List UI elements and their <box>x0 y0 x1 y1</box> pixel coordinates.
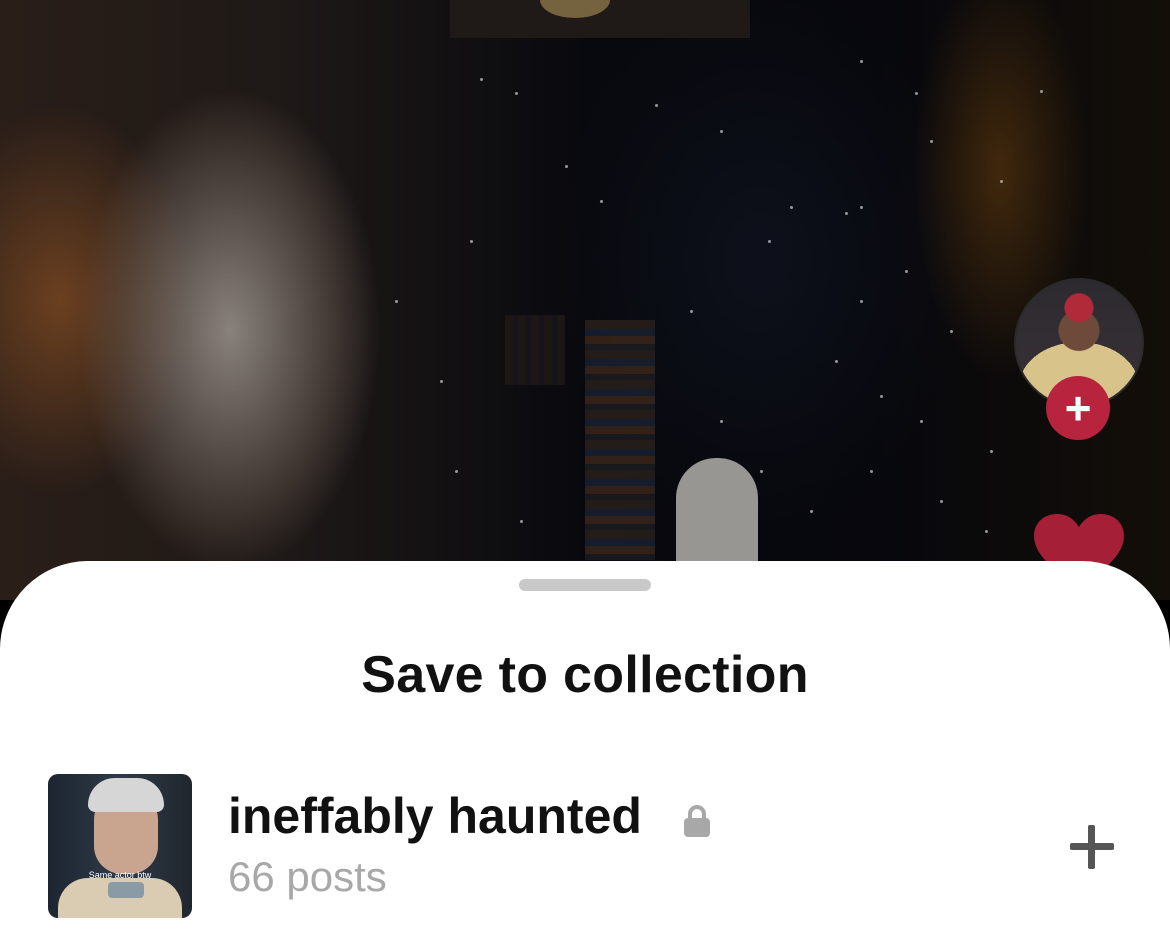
collection-item[interactable]: Same actor btw ineffably haunted 66 post… <box>0 773 1170 923</box>
sheet-drag-handle[interactable] <box>519 579 651 591</box>
collection-post-count: 66 posts <box>228 853 387 900</box>
add-to-collection-button[interactable] <box>1066 821 1118 873</box>
follow-button[interactable]: + <box>1046 376 1110 440</box>
thumbnail-hair <box>88 778 164 812</box>
thumbnail-caption: Same actor btw <box>88 870 152 880</box>
thumbnail-bowtie <box>108 882 144 898</box>
screen: + Save to collection Same actor btw inef… <box>0 0 1170 934</box>
collection-thumbnail: Same actor btw <box>48 774 192 918</box>
video-dim-overlay <box>0 0 1170 600</box>
save-to-collection-sheet: Save to collection Same actor btw ineffa… <box>0 561 1170 934</box>
plus-icon <box>1070 825 1114 869</box>
lock-icon <box>684 805 710 837</box>
collection-name: ineffably haunted <box>228 788 642 844</box>
plus-icon: + <box>1064 382 1092 434</box>
sheet-title: Save to collection <box>361 646 809 704</box>
